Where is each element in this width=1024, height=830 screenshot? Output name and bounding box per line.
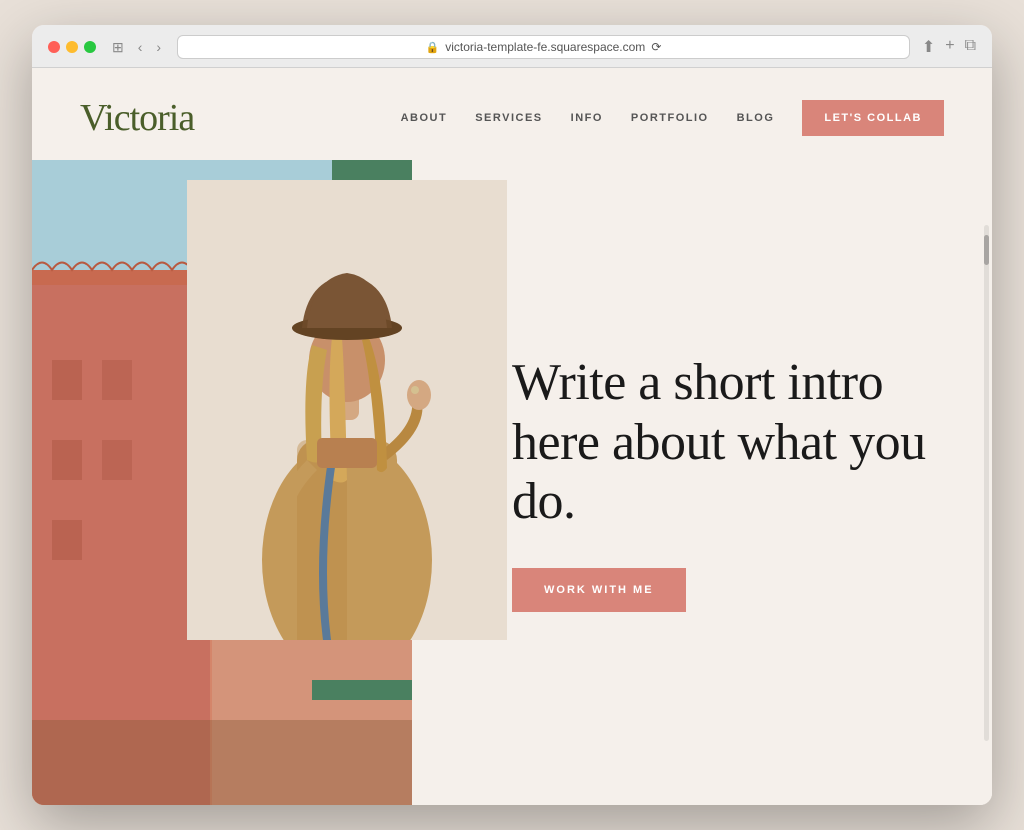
browser-controls: ⊞ ‹ › [108,37,165,58]
new-tab-icon[interactable]: + [945,37,954,57]
share-icon[interactable]: ⬆ [922,37,935,57]
scrollbar-thumb[interactable] [984,235,989,265]
forward-button[interactable]: › [152,37,165,57]
site-main: Write a short intro here about what you … [32,160,992,805]
tabs-icon[interactable]: ⧉ [965,37,976,57]
reload-icon[interactable]: ⟳ [651,40,661,54]
content-right: Write a short intro here about what you … [432,160,992,805]
site-logo[interactable]: Victoria [80,96,194,140]
site-nav: ABOUT SERVICES INFO PORTFOLIO BLOG LET'S… [401,100,944,136]
scrollbar[interactable] [984,225,989,741]
lets-collab-button[interactable]: LET'S COLLAB [802,100,944,136]
back-button[interactable]: ‹ [134,37,147,57]
nav-about[interactable]: ABOUT [401,112,448,124]
browser-chrome: ⊞ ‹ › 🔒 victoria-template-fe.squarespace… [32,25,992,68]
sidebar-toggle-icon[interactable]: ⊞ [108,37,128,58]
site-header: Victoria ABOUT SERVICES INFO PORTFOLIO B… [32,68,992,160]
nav-portfolio[interactable]: PORTFOLIO [631,112,709,124]
person-illustration [187,180,507,640]
nav-info[interactable]: INFO [571,112,603,124]
work-with-me-button[interactable]: WORK WITH ME [512,568,686,612]
minimize-button[interactable] [66,41,78,53]
hero-heading: Write a short intro here about what you … [512,353,932,532]
close-button[interactable] [48,41,60,53]
url-text: victoria-template-fe.squarespace.com [445,40,645,54]
nav-services[interactable]: SERVICES [475,112,542,124]
maximize-button[interactable] [84,41,96,53]
hero-text-block: Write a short intro here about what you … [432,353,992,612]
hero-photo-card [187,180,507,640]
website-content: Victoria ABOUT SERVICES INFO PORTFOLIO B… [32,68,992,805]
address-bar[interactable]: 🔒 victoria-template-fe.squarespace.com ⟳ [177,35,910,59]
browser-actions: ⬆ + ⧉ [922,37,976,57]
lock-icon: 🔒 [426,41,440,54]
nav-blog[interactable]: BLOG [737,112,775,124]
browser-window: ⊞ ‹ › 🔒 victoria-template-fe.squarespace… [32,25,992,805]
traffic-lights [48,41,96,53]
